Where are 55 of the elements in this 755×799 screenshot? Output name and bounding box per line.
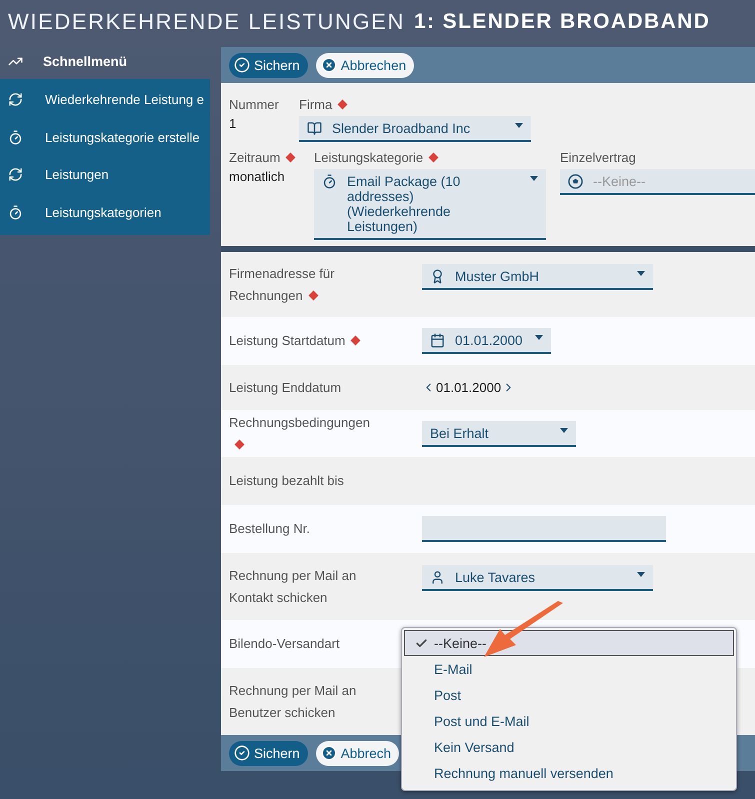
field-label: Leistung bezahlt bis <box>229 472 345 490</box>
check-circle-icon <box>234 745 250 761</box>
dropdown-option[interactable]: E-Mail <box>404 656 734 682</box>
field-label: Firmenadresse für Rechnungen <box>229 264 336 305</box>
field-label: Leistung Enddatum <box>229 378 342 397</box>
field-value: 1 <box>229 116 238 131</box>
select-field[interactable]: Luke Tavares <box>422 565 653 591</box>
user-icon <box>430 570 445 585</box>
dropdown-option[interactable]: --Keine-- <box>404 630 734 656</box>
calendar-icon <box>430 333 445 348</box>
close-icon <box>320 57 337 73</box>
cancel-button[interactable]: Abbrechen <box>316 52 414 78</box>
check-circle-icon <box>234 57 250 73</box>
category-select[interactable]: Email Package (10 addresses) (Wiederkehrende Leistungen) <box>314 169 546 240</box>
timer-icon <box>322 174 337 189</box>
field-label: Zeitraum <box>229 150 306 165</box>
timer-icon <box>8 130 23 145</box>
field-label: Firma <box>299 97 539 112</box>
save-button[interactable]: Sichern <box>229 52 308 78</box>
dropdown-option[interactable]: Kein Versand <box>404 734 734 760</box>
field-label: Rechnungsbedingungen <box>229 412 379 456</box>
sidebar-item[interactable]: Wiederkehrende Leistung e <box>0 81 210 118</box>
input-field[interactable] <box>422 516 666 542</box>
sidebar-item[interactable]: Leistungskategorien <box>0 194 210 231</box>
close-icon <box>320 745 337 761</box>
sidebar-header: Schnellmenü <box>0 44 210 79</box>
dropdown-option[interactable]: Post und E-Mail <box>404 708 734 734</box>
field-label: Rechnung per Mail an Benutzer schicken <box>229 682 358 722</box>
cancel-button[interactable]: Abbrech <box>316 740 400 766</box>
date-value: 01.01.2000 <box>436 380 502 395</box>
refresh-icon <box>8 92 23 108</box>
ball-icon <box>568 174 583 189</box>
dropdown-option[interactable]: Rechnung manuell versenden <box>404 760 734 786</box>
field-label: Rechnung per Mail an Kontakt schicken <box>229 566 358 606</box>
check-icon <box>415 636 428 650</box>
field-value: monatlich <box>229 169 286 184</box>
select-field[interactable]: 01.01.2000 <box>422 328 551 354</box>
field-label: Bestellung Nr. <box>229 520 311 538</box>
field-label: Leistungskategorie <box>314 150 552 165</box>
dropdown-option[interactable]: Post <box>404 682 734 708</box>
sidebar-item[interactable]: Leistungskategorie erstelle <box>0 118 210 156</box>
company-select[interactable]: Slender Broadband Inc <box>299 116 531 142</box>
field-label: Einzelvertrag <box>560 150 637 165</box>
field-label: Leistung Startdatum <box>229 330 379 352</box>
select-field[interactable]: Muster GmbH <box>422 264 653 290</box>
page-title: WIEDERKEHRENDE LEISTUNGEN 1: SLENDER BROADBAND <box>7 8 712 36</box>
save-button[interactable]: Sichern <box>229 740 308 766</box>
refresh-icon <box>8 167 23 182</box>
field-label: Bilendo-Versandart <box>229 635 341 653</box>
award-icon <box>430 269 445 284</box>
sidebar-item[interactable]: Leistungen <box>0 156 210 194</box>
book-icon <box>307 121 322 136</box>
field-label: Nummer <box>229 97 280 112</box>
timer-icon <box>8 204 23 220</box>
select-field[interactable]: Bei Erhalt <box>422 420 576 446</box>
